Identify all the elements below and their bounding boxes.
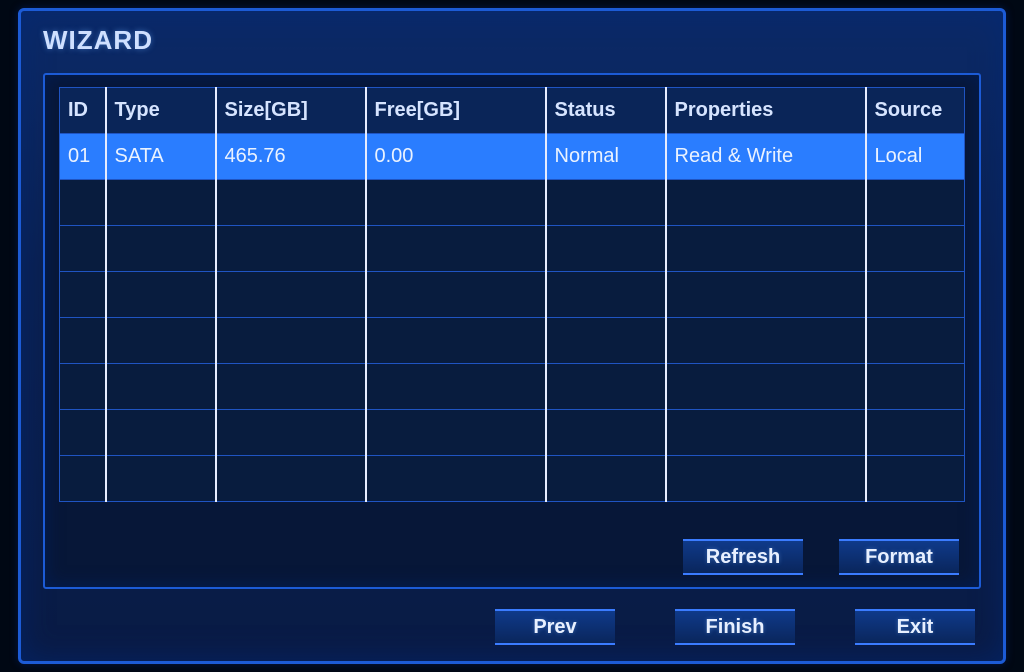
cell-empty bbox=[216, 410, 366, 456]
cell-properties: Read & Write bbox=[666, 134, 866, 180]
cell-empty bbox=[366, 318, 546, 364]
cell-empty bbox=[106, 226, 216, 272]
cell-empty bbox=[866, 180, 965, 226]
table-row[interactable]: 01SATA465.760.00NormalRead & WriteLocal bbox=[60, 134, 965, 180]
cell-empty bbox=[546, 226, 666, 272]
cell-empty bbox=[106, 272, 216, 318]
prev-button[interactable]: Prev bbox=[495, 609, 615, 645]
cell-empty bbox=[106, 318, 216, 364]
cell-empty bbox=[866, 364, 965, 410]
cell-empty bbox=[546, 364, 666, 410]
footer-button-row: Prev Finish Exit bbox=[495, 609, 975, 645]
cell-empty bbox=[546, 180, 666, 226]
cell-empty bbox=[216, 456, 366, 502]
table-row-empty bbox=[60, 456, 965, 502]
cell-empty bbox=[216, 180, 366, 226]
cell-empty bbox=[366, 364, 546, 410]
window-title: WIZARD bbox=[43, 25, 153, 55]
col-header-properties: Properties bbox=[666, 88, 866, 134]
cell-empty bbox=[866, 318, 965, 364]
cell-empty bbox=[666, 226, 866, 272]
cell-id: 01 bbox=[60, 134, 106, 180]
cell-empty bbox=[366, 226, 546, 272]
cell-size: 465.76 bbox=[216, 134, 366, 180]
table-row-empty bbox=[60, 272, 965, 318]
cell-empty bbox=[106, 410, 216, 456]
table-header-row: ID Type Size[GB] Free[GB] Status Propert… bbox=[60, 88, 965, 134]
cell-type: SATA bbox=[106, 134, 216, 180]
cell-empty bbox=[216, 272, 366, 318]
cell-empty bbox=[60, 272, 106, 318]
cell-empty bbox=[106, 364, 216, 410]
wizard-window: WIZARD ID Type Size[GB] Free[GB] Status … bbox=[18, 8, 1006, 664]
cell-empty bbox=[216, 226, 366, 272]
cell-empty bbox=[546, 318, 666, 364]
cell-empty bbox=[216, 318, 366, 364]
cell-empty bbox=[546, 272, 666, 318]
cell-empty bbox=[666, 364, 866, 410]
cell-status: Normal bbox=[546, 134, 666, 180]
cell-empty bbox=[666, 180, 866, 226]
exit-button[interactable]: Exit bbox=[855, 609, 975, 645]
cell-empty bbox=[666, 318, 866, 364]
finish-button[interactable]: Finish bbox=[675, 609, 795, 645]
cell-empty bbox=[866, 272, 965, 318]
cell-empty bbox=[60, 318, 106, 364]
cell-empty bbox=[866, 226, 965, 272]
cell-empty bbox=[866, 456, 965, 502]
cell-empty bbox=[666, 410, 866, 456]
refresh-button[interactable]: Refresh bbox=[683, 539, 803, 575]
cell-empty bbox=[546, 456, 666, 502]
table-row-empty bbox=[60, 180, 965, 226]
cell-empty bbox=[666, 456, 866, 502]
table-row-empty bbox=[60, 410, 965, 456]
table-row-empty bbox=[60, 318, 965, 364]
col-header-type: Type bbox=[106, 88, 216, 134]
cell-empty bbox=[866, 410, 965, 456]
panel-button-row: Refresh Format bbox=[683, 539, 959, 575]
table-row-empty bbox=[60, 364, 965, 410]
cell-empty bbox=[60, 226, 106, 272]
cell-empty bbox=[60, 456, 106, 502]
content-panel: ID Type Size[GB] Free[GB] Status Propert… bbox=[43, 73, 981, 589]
cell-empty bbox=[366, 410, 546, 456]
cell-free: 0.00 bbox=[366, 134, 546, 180]
cell-empty bbox=[366, 180, 546, 226]
cell-empty bbox=[106, 456, 216, 502]
table-row-empty bbox=[60, 226, 965, 272]
cell-empty bbox=[106, 180, 216, 226]
disk-table: ID Type Size[GB] Free[GB] Status Propert… bbox=[59, 87, 965, 502]
cell-empty bbox=[366, 456, 546, 502]
col-header-free: Free[GB] bbox=[366, 88, 546, 134]
cell-empty bbox=[366, 272, 546, 318]
col-header-id: ID bbox=[60, 88, 106, 134]
col-header-source: Source bbox=[866, 88, 965, 134]
cell-empty bbox=[60, 180, 106, 226]
cell-empty bbox=[546, 410, 666, 456]
cell-empty bbox=[60, 410, 106, 456]
cell-empty bbox=[216, 364, 366, 410]
format-button[interactable]: Format bbox=[839, 539, 959, 575]
col-header-size: Size[GB] bbox=[216, 88, 366, 134]
cell-source: Local bbox=[866, 134, 965, 180]
cell-empty bbox=[60, 364, 106, 410]
titlebar: WIZARD bbox=[21, 11, 1003, 62]
cell-empty bbox=[666, 272, 866, 318]
col-header-status: Status bbox=[546, 88, 666, 134]
